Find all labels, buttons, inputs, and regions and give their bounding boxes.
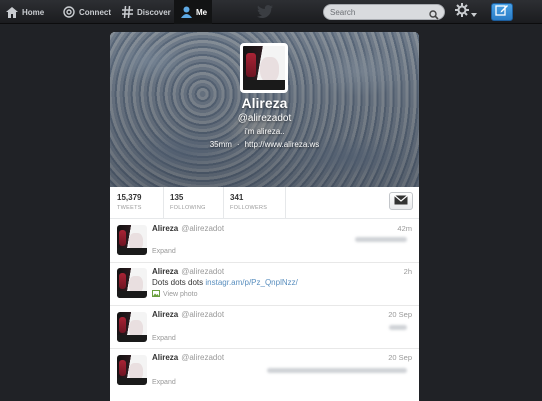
settings-menu[interactable] xyxy=(455,3,477,22)
stat-following[interactable]: 135 FOLLOWING xyxy=(170,193,206,211)
search-input[interactable] xyxy=(330,7,428,17)
search-box[interactable] xyxy=(323,4,445,20)
top-navigation-bar: Home Connect Discover Me xyxy=(0,0,542,24)
tweet-author-name: Alireza xyxy=(152,267,179,276)
nav-discover[interactable]: Discover xyxy=(121,0,171,24)
tweet-author-name: Alireza xyxy=(152,310,179,319)
tweet-author[interactable]: Alireza @alirezadot xyxy=(152,224,224,233)
view-photo-label: View photo xyxy=(163,291,198,298)
tweet-author[interactable]: Alireza @alirezadot xyxy=(152,353,224,362)
tweet-avatar[interactable] xyxy=(117,268,147,298)
stat-following-label: FOLLOWING xyxy=(170,205,206,211)
photo-icon xyxy=(152,290,160,299)
search-icon[interactable] xyxy=(429,7,439,25)
nav-connect[interactable]: Connect xyxy=(63,0,115,24)
nav-home-label: Home xyxy=(22,7,45,17)
tweet-author[interactable]: Alireza @alirezadot xyxy=(152,267,224,276)
tweet-link[interactable]: instagr.am/p/Pz_QnplNzz/ xyxy=(205,278,297,287)
tweet-author-name: Alireza xyxy=(152,353,179,362)
stat-tweets-label: TWEETS xyxy=(117,205,142,211)
envelope-icon xyxy=(394,192,408,210)
nav-me[interactable]: Me xyxy=(174,0,212,24)
tweet-text-blurred xyxy=(355,237,407,242)
stat-followers[interactable]: 341 FOLLOWERS xyxy=(230,193,267,211)
tweet-avatar[interactable] xyxy=(117,312,147,342)
profile-name: Alireza xyxy=(241,95,288,111)
profile-location: 35mm xyxy=(209,140,232,149)
tweet-avatar[interactable] xyxy=(117,225,147,255)
stat-divider xyxy=(163,187,164,219)
stat-followers-label: FOLLOWERS xyxy=(230,205,268,211)
tweet-avatar[interactable] xyxy=(117,355,147,385)
profile-bio: i'm alireza.. xyxy=(244,127,285,136)
tweet-timestamp[interactable]: 20 Sep xyxy=(388,310,412,319)
view-photo-link[interactable]: View photo xyxy=(152,290,198,299)
tweet-timestamp[interactable]: 20 Sep xyxy=(388,353,412,362)
nav-connect-label: Connect xyxy=(79,7,111,17)
person-icon xyxy=(180,6,192,18)
tweet-username: @alirezadot xyxy=(181,353,225,362)
stat-divider xyxy=(285,187,286,219)
tweet-item[interactable]: Alireza @alirezadot 2h Dots dots dots ins… xyxy=(110,263,419,306)
tweet-text-blurred xyxy=(267,368,407,373)
compose-icon xyxy=(495,3,509,21)
tweet-item[interactable]: Alireza @alirezadot 20 Sep Expand xyxy=(110,306,419,349)
stat-tweets[interactable]: 15,379 TWEETS xyxy=(117,193,142,211)
tweet-username: @alirezadot xyxy=(181,310,225,319)
tweet-text-blurred xyxy=(389,325,407,330)
profile-url[interactable]: http://www.alireza.ws xyxy=(245,140,320,149)
tweet-author[interactable]: Alireza @alirezadot xyxy=(152,310,224,319)
home-icon xyxy=(6,6,18,18)
nav-discover-label: Discover xyxy=(137,7,171,17)
tweet-text: Dots dots dots instagr.am/p/Pz_QnplNzz/ xyxy=(152,278,298,287)
twitter-bird-icon[interactable] xyxy=(257,5,273,23)
tweet-item[interactable]: Alireza @alirezadot 20 Sep Expand xyxy=(110,349,419,401)
at-icon xyxy=(63,6,75,18)
hash-icon xyxy=(121,6,133,18)
tweet-item[interactable]: Alireza @alirezadot 42m Expand xyxy=(110,219,419,263)
stat-following-count: 135 xyxy=(170,193,184,202)
tweet-text-body: Dots dots dots xyxy=(152,278,204,287)
profile-card: Alireza @alirezadot i'm alireza.. 35mm · h… xyxy=(110,32,419,401)
stat-divider xyxy=(223,187,224,219)
gear-icon xyxy=(455,3,469,22)
compose-tweet-button[interactable] xyxy=(491,3,513,21)
tweet-author-name: Alireza xyxy=(152,224,179,233)
tweet-expand-link[interactable]: Expand xyxy=(152,335,176,342)
profile-stats: 15,379 TWEETS 135 FOLLOWING 341 FOLLOWER… xyxy=(110,187,419,219)
profile-meta: 35mm · http://www.alireza.ws xyxy=(209,140,320,149)
profile-header-banner: Alireza @alirezadot i'm alireza.. 35mm · h… xyxy=(110,32,419,187)
direct-message-button[interactable] xyxy=(389,192,413,210)
tweet-timestamp[interactable]: 2h xyxy=(404,267,412,276)
tweet-expand-link[interactable]: Expand xyxy=(152,248,176,255)
tweet-username: @alirezadot xyxy=(181,224,225,233)
nav-home[interactable]: Home xyxy=(6,0,56,24)
tweet-timestamp[interactable]: 42m xyxy=(397,224,412,233)
tweet-expand-link[interactable]: Expand xyxy=(152,379,176,386)
chevron-down-icon xyxy=(471,4,477,22)
profile-handle: @alirezadot xyxy=(237,113,292,124)
tweet-username: @alirezadot xyxy=(181,267,225,276)
profile-avatar[interactable] xyxy=(240,43,288,93)
stat-tweets-count: 15,379 xyxy=(117,193,142,202)
nav-me-label: Me xyxy=(196,7,208,17)
stat-followers-count: 341 xyxy=(230,193,244,202)
